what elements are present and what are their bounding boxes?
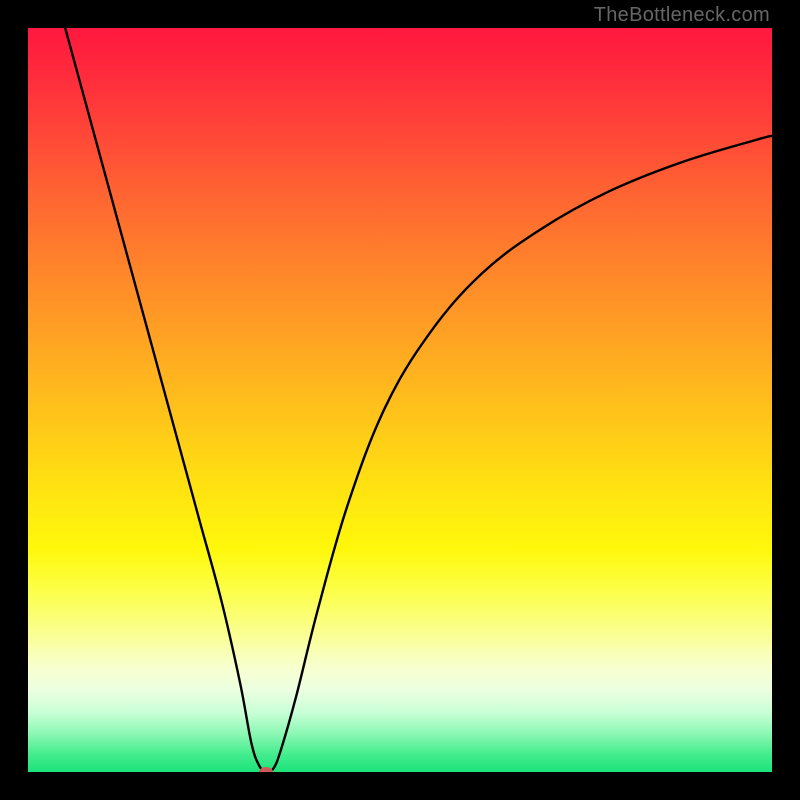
optimal-point-marker [259,767,273,772]
bottleneck-curve [28,28,772,772]
chart-plot-area [28,28,772,772]
watermark-text: TheBottleneck.com [594,4,770,27]
